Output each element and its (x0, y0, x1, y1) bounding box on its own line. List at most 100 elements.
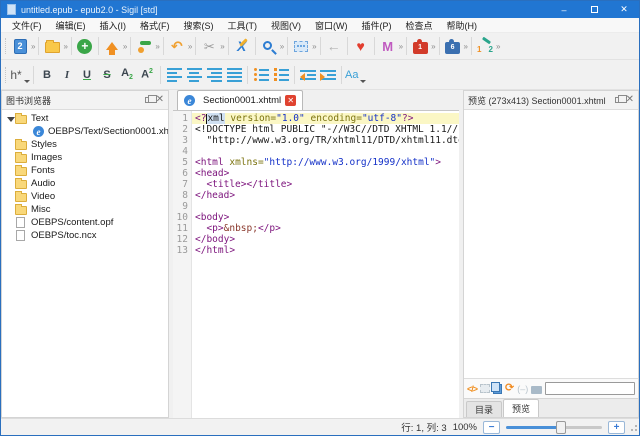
zoom-slider[interactable] (506, 421, 602, 434)
menu-item-5[interactable]: 工具(T) (221, 18, 265, 33)
chevron-down-icon (360, 80, 366, 83)
plugin-1-button[interactable]: 1 (410, 35, 430, 57)
menu-item-0[interactable]: 文件(F) (5, 18, 49, 33)
menu-item-3[interactable]: 格式(F) (133, 18, 177, 33)
float-panel-icon[interactable] (615, 97, 622, 103)
underline-button[interactable]: U (77, 64, 97, 86)
menu-item-9[interactable]: 检查点 (399, 18, 440, 33)
tree-item-fonts[interactable]: Fonts (2, 164, 168, 177)
open-button[interactable] (42, 35, 62, 57)
tree-item-audio[interactable]: Audio (2, 177, 168, 190)
special-overflow-chevron[interactable]: » (311, 42, 316, 51)
align-center-button[interactable] (184, 64, 204, 86)
mend-button[interactable] (134, 35, 154, 57)
tab-section0001[interactable]: e Section0001.xhtml ✕ (177, 90, 303, 110)
italic-button[interactable]: I (57, 64, 77, 86)
subscript-icon: A2 (121, 67, 133, 81)
back-button[interactable]: ← (324, 35, 344, 57)
preview-viewport[interactable] (464, 110, 638, 378)
align-justify-button[interactable] (224, 64, 244, 86)
resize-grip[interactable] (629, 425, 637, 433)
minimize-button[interactable]: – (549, 1, 579, 18)
preview-tab-inactive[interactable]: 目录 (466, 401, 502, 417)
heading-select-button[interactable]: h* (10, 64, 30, 86)
copy-icon[interactable] (493, 384, 502, 394)
metadata-overflow-chevron[interactable]: » (398, 42, 403, 51)
toolbar-grip[interactable] (5, 67, 8, 83)
undo-overflow-chevron[interactable]: » (187, 42, 192, 51)
plugin-6-button[interactable]: 6 (443, 35, 463, 57)
donate-button[interactable]: ♥ (351, 35, 371, 57)
tree-item-images[interactable]: Images (2, 151, 168, 164)
subscript-button[interactable]: A2 (117, 64, 137, 86)
change-case-icon: Aa (345, 69, 358, 81)
special-characters-button[interactable] (291, 35, 311, 57)
menu-item-2[interactable]: 插入(I) (93, 18, 134, 33)
scissors-icon: ✂ (204, 40, 215, 53)
menu-item-4[interactable]: 搜索(S) (177, 18, 221, 33)
tree-item-misc[interactable]: Misc (2, 203, 168, 216)
find-button[interactable] (259, 35, 279, 57)
plugin1-overflow-chevron[interactable]: » (430, 42, 435, 51)
bold-icon: B (43, 69, 51, 81)
new-overflow-chevron[interactable]: » (30, 42, 35, 51)
pluginmgr-overflow-chevron[interactable]: » (495, 42, 500, 51)
outdent-button[interactable] (298, 64, 318, 86)
tree-item-oebps-text-section0001-xhtml[interactable]: eOEBPS/Text/Section0001.xhtml (2, 125, 168, 138)
menu-item-10[interactable]: 帮助(H) (440, 18, 485, 33)
superscript-button[interactable]: A2 (137, 64, 157, 86)
change-case-button[interactable]: Aa (345, 64, 366, 86)
expander-icon[interactable] (7, 117, 15, 122)
align-left-button[interactable] (164, 64, 184, 86)
align-right-icon (207, 68, 222, 82)
tree-item-text[interactable]: Text (2, 112, 168, 125)
select-mode-icon[interactable] (480, 384, 490, 393)
zoom-slider-handle[interactable] (556, 421, 566, 434)
new-epub-button[interactable]: 2 (10, 35, 30, 57)
preview-tab-active[interactable]: 预览 (503, 399, 539, 417)
tree-item-oebps-toc-ncx[interactable]: OEBPS/toc.ncx (2, 229, 168, 242)
close-button[interactable]: ✕ (609, 1, 639, 18)
print-icon[interactable] (531, 386, 542, 394)
menu-item-1[interactable]: 编辑(E) (49, 18, 93, 33)
cut-button[interactable]: ✂ (199, 35, 219, 57)
menu-item-6[interactable]: 视图(V) (264, 18, 308, 33)
x-tool-button[interactable]: X (232, 35, 252, 57)
tree-item-video[interactable]: Video (2, 190, 168, 203)
save-button[interactable] (102, 35, 122, 57)
cut-overflow-chevron[interactable]: » (219, 42, 224, 51)
open-overflow-chevron[interactable]: » (62, 42, 67, 51)
save-overflow-chevron[interactable]: » (122, 42, 127, 51)
add-existing-button[interactable]: + (75, 35, 95, 57)
plugin-manager-button[interactable]: 1 2 (475, 35, 495, 57)
code-line-5: <html xmlns="http://www.w3.org/1999/xhtm… (192, 157, 459, 168)
mend-overflow-chevron[interactable]: » (154, 42, 159, 51)
close-panel-icon[interactable]: ✕ (156, 95, 164, 105)
zoom-in-button[interactable]: + (608, 421, 625, 434)
undo-button[interactable]: ↶ (167, 35, 187, 57)
menu-item-7[interactable]: 窗口(W) (308, 18, 355, 33)
numbered-list-button[interactable] (271, 64, 291, 86)
bold-button[interactable]: B (37, 64, 57, 86)
tree-item-styles[interactable]: Styles (2, 138, 168, 151)
find-overflow-chevron[interactable]: » (279, 42, 284, 51)
bullet-list-button[interactable] (251, 64, 271, 86)
tree-item-oebps-content-opf[interactable]: OEBPS/content.opf (2, 216, 168, 229)
toolbar-grip[interactable] (5, 38, 8, 54)
link-icon[interactable]: (–) (517, 384, 528, 394)
plugin6-overflow-chevron[interactable]: » (463, 42, 468, 51)
metadata-button[interactable]: M (378, 35, 398, 57)
menu-item-8[interactable]: 插件(P) (355, 18, 399, 33)
indent-button[interactable] (318, 64, 338, 86)
refresh-icon[interactable]: ⟳ (505, 383, 514, 394)
preview-search-input[interactable] (545, 382, 635, 395)
code-view[interactable]: 12345678910111213 <?xml version="1.0" en… (173, 111, 459, 418)
close-panel-icon[interactable]: ✕ (626, 95, 634, 105)
float-panel-icon[interactable] (145, 97, 152, 103)
zoom-out-button[interactable]: − (483, 421, 500, 434)
strikethrough-button[interactable]: S (97, 64, 117, 86)
align-right-button[interactable] (204, 64, 224, 86)
maximize-button[interactable] (579, 1, 609, 18)
tab-close-icon[interactable]: ✕ (285, 95, 296, 106)
inspect-code-icon[interactable]: </> (467, 384, 477, 394)
